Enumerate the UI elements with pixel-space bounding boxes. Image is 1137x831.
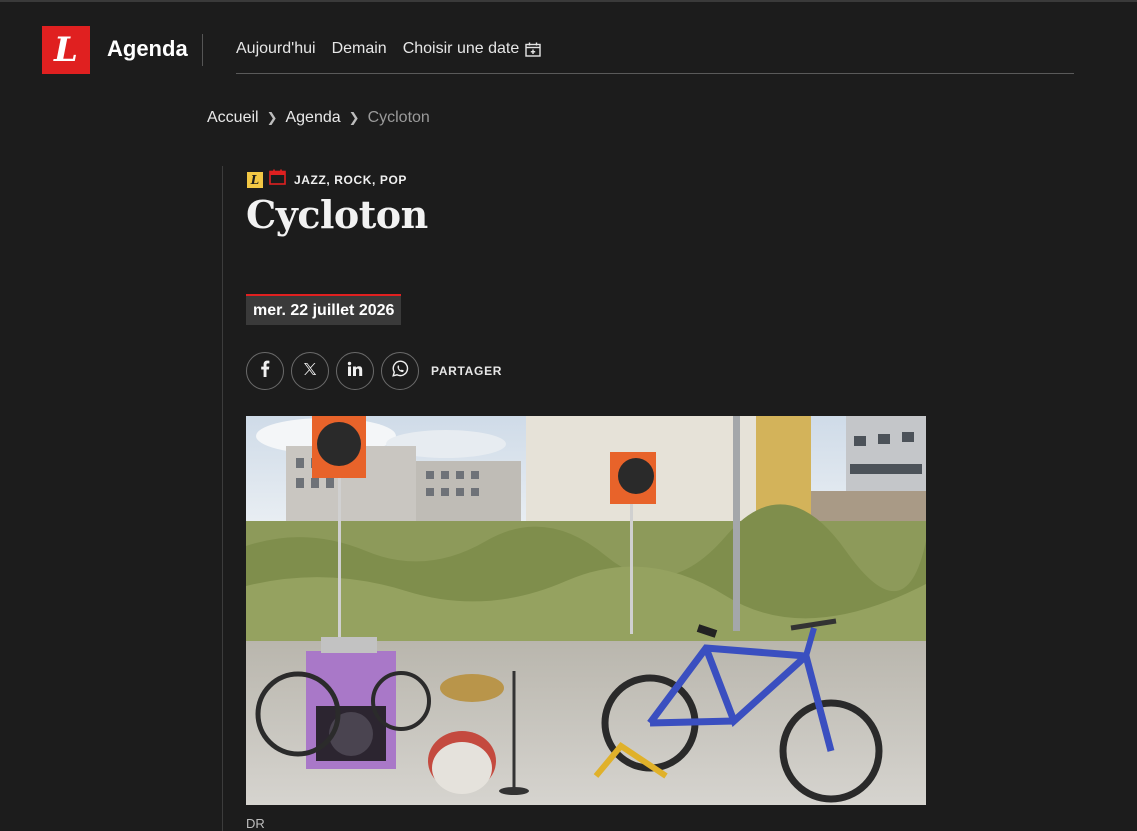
- calendar-plus-icon: [525, 42, 541, 57]
- site-logo[interactable]: L: [42, 26, 90, 74]
- article-rule: [222, 166, 223, 831]
- share-facebook-button[interactable]: [246, 352, 284, 390]
- event-date: mer. 22 juillet 2026: [246, 294, 402, 325]
- breadcrumb-home[interactable]: Accueil: [207, 109, 259, 127]
- nav-underline: [236, 73, 1074, 74]
- share-whatsapp-button[interactable]: [381, 352, 419, 390]
- share-x-button[interactable]: [291, 352, 329, 390]
- section-title[interactable]: Agenda: [107, 36, 188, 62]
- linkedin-icon: [347, 361, 363, 382]
- nav-tomorrow-link[interactable]: Demain: [332, 40, 387, 58]
- share-linkedin-button[interactable]: [336, 352, 374, 390]
- share-label: PARTAGER: [431, 364, 503, 378]
- facebook-icon: [260, 360, 270, 382]
- nav-choose-date-label: Choisir une date: [402, 40, 520, 57]
- top-border: [0, 0, 1137, 2]
- event-photo: [246, 416, 926, 805]
- header-divider: [202, 34, 203, 66]
- share-bar: PARTAGER: [246, 352, 502, 390]
- whatsapp-icon: [391, 360, 409, 382]
- photo-credit: DR: [246, 816, 265, 831]
- agenda-nav: Aujourd'hui Demain Choisir une date: [236, 40, 557, 58]
- brand-badge: L: [247, 171, 263, 188]
- chevron-right-icon: ❯: [348, 110, 360, 125]
- breadcrumb: Accueil ❯ Agenda ❯ Cycloton: [207, 109, 430, 127]
- breadcrumb-agenda[interactable]: Agenda: [285, 109, 340, 127]
- event-title: Cycloton: [246, 192, 428, 237]
- breadcrumb-current: Cycloton: [367, 109, 430, 126]
- category-label[interactable]: JAZZ, ROCK, POP: [294, 173, 407, 187]
- nav-today-link[interactable]: Aujourd'hui: [236, 40, 316, 58]
- chevron-right-icon: ❯: [266, 110, 278, 125]
- nav-choose-date-link[interactable]: Choisir une date: [403, 40, 542, 58]
- calendar-icon: [269, 169, 286, 190]
- x-icon: [303, 361, 317, 381]
- event-category: L JAZZ, ROCK, POP: [247, 169, 407, 190]
